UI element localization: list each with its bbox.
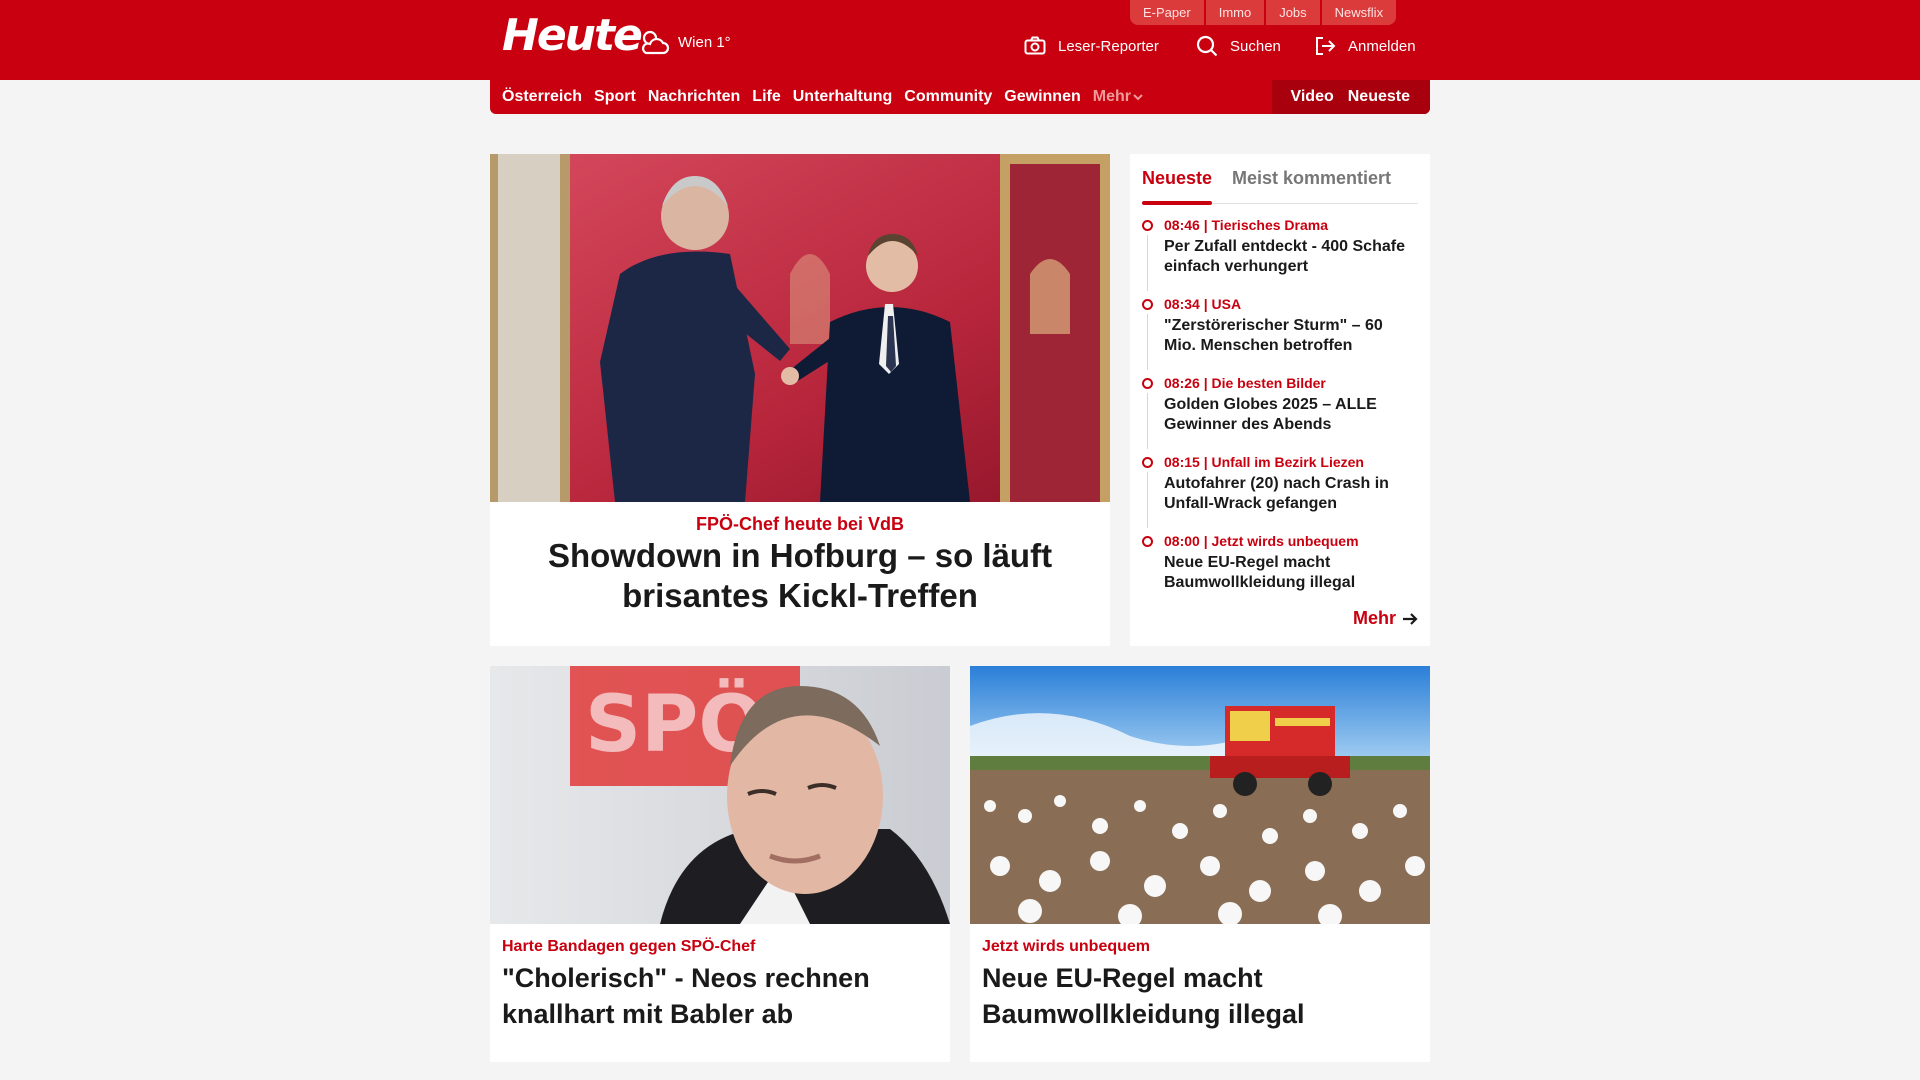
timeline-dot-icon (1142, 457, 1153, 468)
card-photo-illustration (970, 666, 1430, 924)
article-card-babler[interactable]: SPÖ Harte Bandagen gegen SPÖ-Chef "Chole… (490, 666, 950, 1062)
card-photo-illustration: SPÖ (490, 666, 950, 924)
hero-image[interactable] (490, 154, 1110, 502)
timeline-dot-icon (1142, 299, 1153, 310)
sidebar-tabs: Neueste Meist kommentiert (1142, 164, 1418, 205)
nav-item-unterhaltung[interactable]: Unterhaltung (793, 88, 893, 106)
card-kicker: Harte Bandagen gegen SPÖ-Chef (502, 938, 756, 955)
login-label: Anmelden (1348, 37, 1416, 55)
quicklinks-bar: E-Paper Immo Jobs Newsflix (1130, 0, 1397, 25)
timeline-line (1147, 393, 1148, 449)
quicklink-newsflix[interactable]: Newsflix (1321, 0, 1397, 25)
nav-item-sport[interactable]: Sport (594, 88, 636, 106)
card-image[interactable]: SPÖ (490, 666, 950, 924)
top-header-bar (0, 0, 1920, 80)
nav-item-nachrichten[interactable]: Nachrichten (648, 88, 740, 106)
news-timeline: 08:46 | Tierisches Drama Per Zufall entd… (1142, 216, 1418, 611)
site-logo[interactable]: Heute (502, 10, 643, 62)
nav-item-oesterreich[interactable]: Österreich (502, 88, 582, 106)
timeline-dot-icon (1142, 536, 1153, 547)
list-item-meta: 08:00 | Jetzt wirds unbequem (1164, 533, 1359, 549)
timeline-dot-icon (1142, 220, 1153, 231)
sidebar-more-label: Mehr (1352, 608, 1396, 628)
list-item[interactable]: 08:46 | Tierisches Drama Per Zufall entd… (1142, 216, 1418, 295)
timeline-line (1147, 314, 1148, 370)
leser-reporter-label: Leser-Reporter (1058, 37, 1159, 55)
nav-right-section: Video Neueste (1272, 80, 1430, 114)
card-kicker: Jetzt wirds unbequem (982, 938, 1151, 955)
nav-item-life[interactable]: Life (752, 88, 780, 106)
arrow-right-icon (1403, 612, 1418, 625)
list-item[interactable]: 08:26 | Die besten Bilder Golden Globes … (1142, 374, 1418, 453)
list-item-meta: 08:26 | Die besten Bilder (1164, 375, 1326, 391)
list-item-title[interactable]: "Zerstörerischer Sturm" – 60 Mio. Mensch… (1164, 316, 1418, 356)
leser-reporter-button[interactable]: Leser-Reporter (1024, 34, 1159, 58)
hero-headline[interactable]: Showdown in Hofburg – so läuft brisantes… (530, 536, 1070, 616)
search-icon (1196, 35, 1218, 57)
chevron-down-icon (1133, 94, 1143, 101)
login-button[interactable]: Anmelden (1314, 34, 1416, 58)
list-item-meta: 08:15 | Unfall im Bezirk Liezen (1164, 454, 1364, 470)
hero-kicker: FPÖ-Chef heute bei VdB (695, 514, 904, 534)
nav-item-neueste[interactable]: Neueste (1348, 88, 1410, 106)
card-headline[interactable]: "Cholerisch" - Neos rechnen knallhart mi… (502, 960, 932, 1032)
camera-icon (1024, 36, 1046, 55)
list-item-title[interactable]: Neue EU-Regel macht Baumwollkleidung ill… (1164, 553, 1418, 593)
nav-more-dropdown[interactable]: Mehr (1093, 88, 1145, 106)
list-item-meta: 08:34 | USA (1164, 296, 1242, 312)
search-button[interactable]: Suchen (1196, 34, 1281, 58)
hero-photo-illustration (490, 154, 1110, 502)
article-card-baumwolle[interactable]: Jetzt wirds unbequem Neue EU-Regel macht… (970, 666, 1430, 1062)
nav-item-gewinnen[interactable]: Gewinnen (1004, 88, 1080, 106)
quicklink-epaper[interactable]: E-Paper (1130, 0, 1204, 25)
list-item[interactable]: 08:00 | Jetzt wirds unbequem Neue EU-Reg… (1142, 532, 1418, 611)
list-item-title[interactable]: Golden Globes 2025 – ALLE Gewinner des A… (1164, 395, 1418, 435)
main-navigation: Österreich Sport Nachrichten Life Unterh… (490, 80, 1430, 114)
login-icon (1316, 37, 1336, 55)
weather-label: Wien 1° (678, 33, 731, 51)
hero-article[interactable]: FPÖ-Chef heute bei VdB Showdown in Hofbu… (490, 154, 1110, 646)
nav-item-video[interactable]: Video (1290, 88, 1333, 106)
quicklink-jobs[interactable]: Jobs (1266, 0, 1320, 25)
timeline-line (1147, 235, 1148, 291)
list-item-meta: 08:46 | Tierisches Drama (1164, 217, 1328, 233)
weather-cloud-icon (642, 30, 670, 55)
timeline-line (1147, 472, 1148, 528)
tab-meist-kommentiert[interactable]: Meist kommentiert (1232, 168, 1391, 189)
timeline-dot-icon (1142, 378, 1153, 389)
list-item[interactable]: 08:34 | USA "Zerstörerischer Sturm" – 60… (1142, 295, 1418, 374)
latest-news-sidebar: Neueste Meist kommentiert 08:46 | Tieris… (1130, 154, 1430, 646)
list-item-title[interactable]: Per Zufall entdeckt - 400 Schafe einfach… (1164, 237, 1418, 277)
active-tab-indicator (1142, 201, 1212, 205)
sidebar-more-link[interactable]: Mehr (1353, 608, 1418, 629)
card-image[interactable] (970, 666, 1430, 924)
card-headline[interactable]: Neue EU-Regel macht Baumwollkleidung ill… (982, 960, 1412, 1032)
nav-item-community[interactable]: Community (904, 88, 992, 106)
nav-more-label: Mehr (1092, 88, 1131, 105)
list-item[interactable]: 08:15 | Unfall im Bezirk Liezen Autofahr… (1142, 453, 1418, 532)
weather-widget[interactable]: Wien 1° (638, 26, 731, 58)
tab-neueste[interactable]: Neueste (1142, 168, 1212, 189)
search-label: Suchen (1230, 37, 1281, 55)
quicklink-immo[interactable]: Immo (1205, 0, 1265, 25)
list-item-title[interactable]: Autofahrer (20) nach Crash in Unfall-Wra… (1164, 474, 1418, 514)
